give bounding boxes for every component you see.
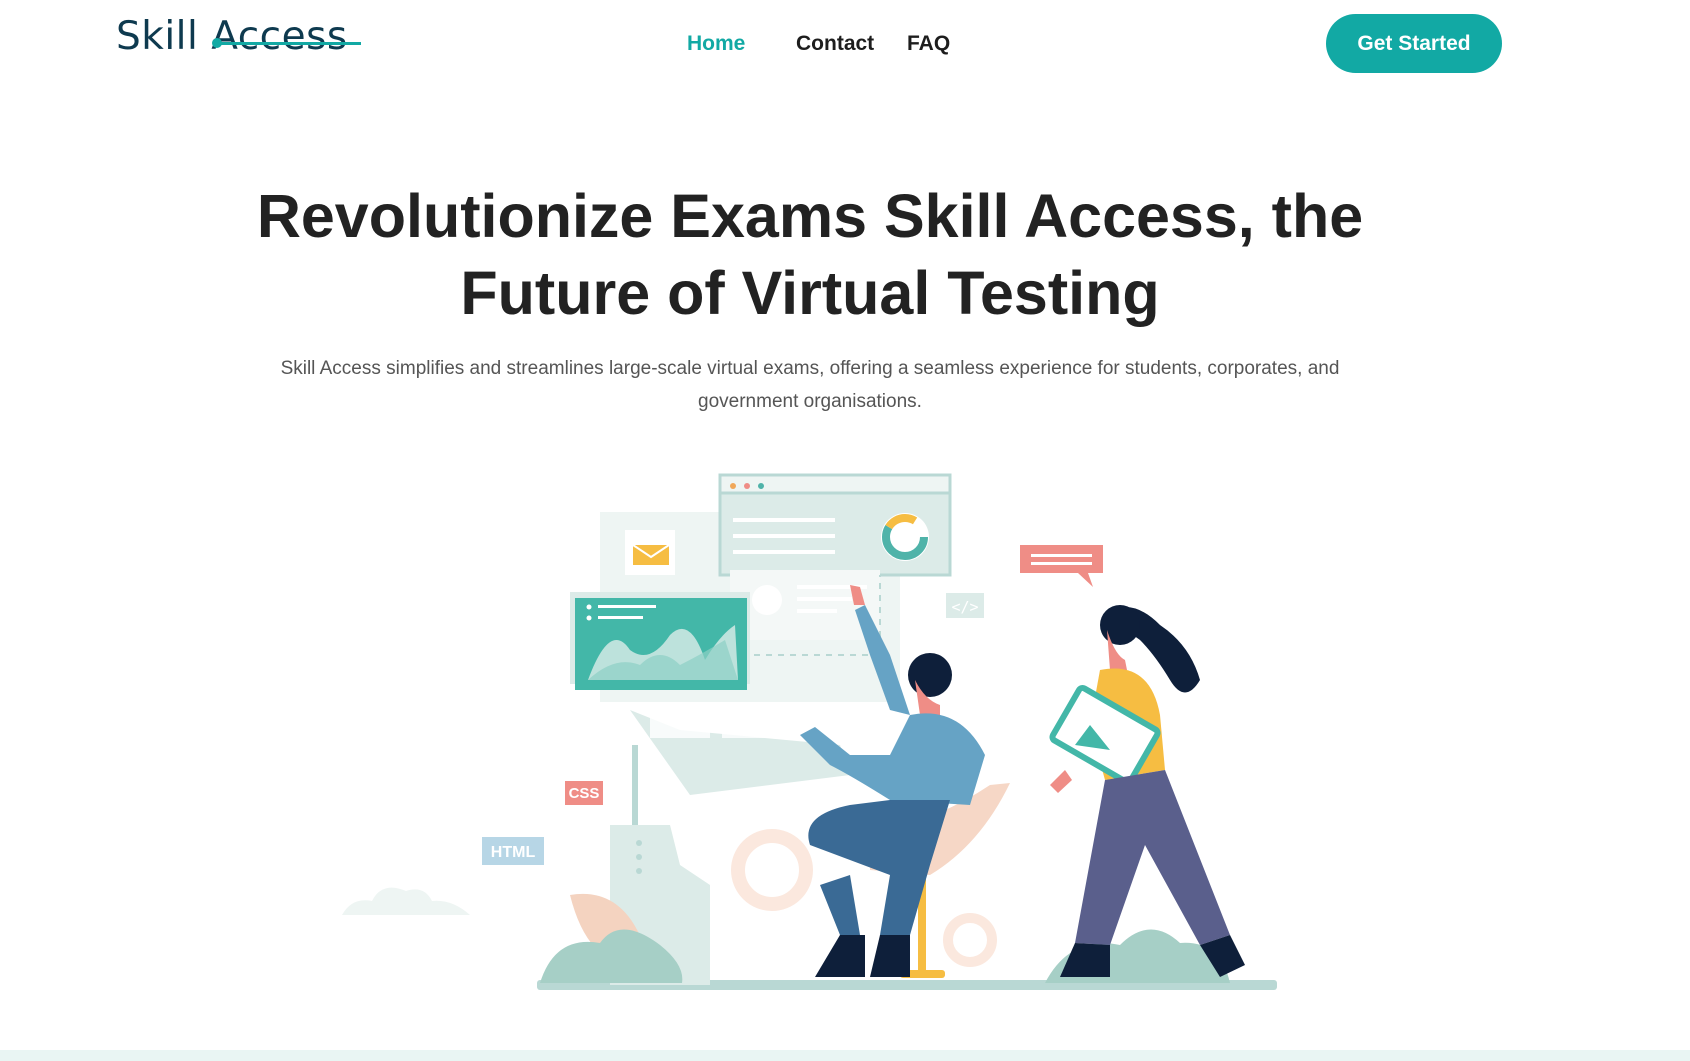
browser-text-line — [733, 518, 835, 522]
nav-contact-link[interactable]: Contact — [796, 26, 874, 62]
man-hair — [908, 653, 952, 697]
hero-title-line-2: Future of Virtual Testing — [460, 259, 1160, 327]
hero-title-line-1: Revolutionize Exams Skill Access, the — [256, 182, 1364, 250]
keyboard-panel — [722, 718, 792, 738]
speech-bubble-line — [1031, 562, 1092, 565]
form-avatar — [752, 585, 782, 615]
gear-icon — [731, 829, 813, 911]
woman-pants — [1075, 770, 1230, 945]
get-started-button[interactable]: Get Started — [1326, 14, 1502, 73]
woman-shoe — [1060, 943, 1110, 977]
cloud-icon — [342, 887, 470, 915]
browser-dot-teal — [758, 483, 764, 489]
form-line — [797, 609, 837, 613]
browser-dot-orange — [730, 483, 736, 489]
hero-subtitle-line-1: Skill Access simplifies and streamlines … — [280, 358, 1340, 379]
browser-text-line — [733, 534, 835, 538]
pc-tower-light — [636, 868, 642, 874]
chart-card-bullet — [586, 604, 592, 610]
nav-faq-link[interactable]: FAQ — [907, 26, 950, 62]
gear-icon — [943, 913, 997, 967]
css-tag-text: CSS — [569, 785, 600, 802]
hero-subtitle: Skill Access simplifies and streamlines … — [250, 352, 1370, 418]
nav-home-link[interactable]: Home — [687, 26, 745, 62]
man-pants-leg — [820, 875, 860, 935]
pc-tower-light — [636, 840, 642, 846]
woman-hand — [1050, 770, 1072, 793]
form-line — [797, 597, 852, 601]
hero-subtitle-line-2: government organisations. — [698, 391, 922, 412]
man-shoe — [815, 935, 865, 977]
man-shoe — [870, 935, 910, 977]
man-shirt — [800, 713, 985, 805]
top-navbar: Skill Access Home Contact FAQ Get Starte… — [0, 0, 1690, 88]
footer-band — [0, 1050, 1690, 1061]
html-tag-text: HTML — [491, 844, 536, 861]
browser-dot-red — [744, 483, 750, 489]
speech-bubble — [1020, 545, 1103, 573]
virtual-testing-illustration: </> CSS HTML — [342, 473, 1277, 990]
keyboard-panel — [650, 718, 710, 738]
man-pants — [808, 800, 950, 935]
speech-bubble-line — [1031, 554, 1092, 557]
chart-card-bullet — [586, 615, 592, 621]
hero-illustration: </> CSS HTML — [330, 465, 1310, 1000]
hero-title: Revolutionize Exams Skill Access, the Fu… — [150, 178, 1470, 332]
browser-text-line — [733, 550, 835, 554]
pc-tower-light — [636, 854, 642, 860]
speech-bubble-tail — [1078, 573, 1093, 587]
chart-card-line — [598, 605, 656, 608]
woman-head — [1100, 605, 1140, 645]
browser-titlebar — [718, 473, 952, 495]
code-tag-text: </> — [951, 598, 978, 616]
chart-card-line — [598, 616, 643, 619]
